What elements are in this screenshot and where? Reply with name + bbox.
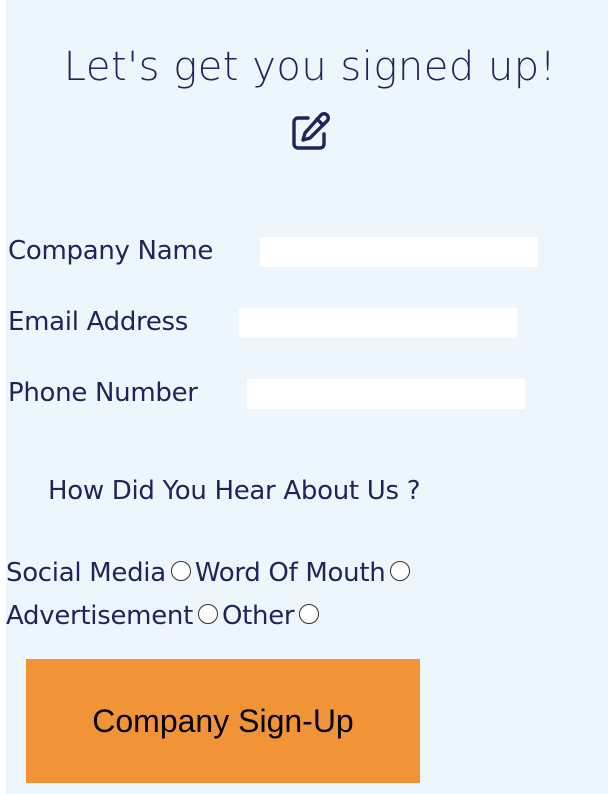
option-social-media-label: Social Media (6, 557, 166, 588)
option-word-of-mouth-label: Word Of Mouth (194, 557, 386, 588)
email-address-label: Email Address (8, 307, 189, 337)
option-word-of-mouth-radio[interactable] (390, 560, 411, 581)
referral-options-row-1: Social Media Word Of Mouth (6, 557, 414, 588)
phone-number-label: Phone Number (8, 378, 198, 408)
option-advertisement-label: Advertisement (6, 600, 193, 631)
referral-question: How Did You Hear About Us ? (48, 476, 421, 506)
option-advertisement-radio[interactable] (197, 603, 218, 624)
edit-icon (292, 112, 330, 150)
email-address-input[interactable] (239, 308, 517, 338)
option-other-label: Other (221, 600, 295, 631)
company-name-input[interactable] (260, 237, 538, 267)
option-other-radio[interactable] (299, 603, 320, 624)
company-signup-button[interactable]: Company Sign-Up (26, 659, 420, 783)
phone-number-input[interactable] (247, 379, 525, 409)
signup-panel: Let's get you signed up! Company Name Em… (0, 0, 608, 794)
page-title: Let's get you signed up! (63, 44, 557, 90)
referral-options-row-2: Advertisement Other (6, 600, 323, 631)
option-social-media-radio[interactable] (170, 560, 191, 581)
company-name-label: Company Name (8, 236, 214, 266)
